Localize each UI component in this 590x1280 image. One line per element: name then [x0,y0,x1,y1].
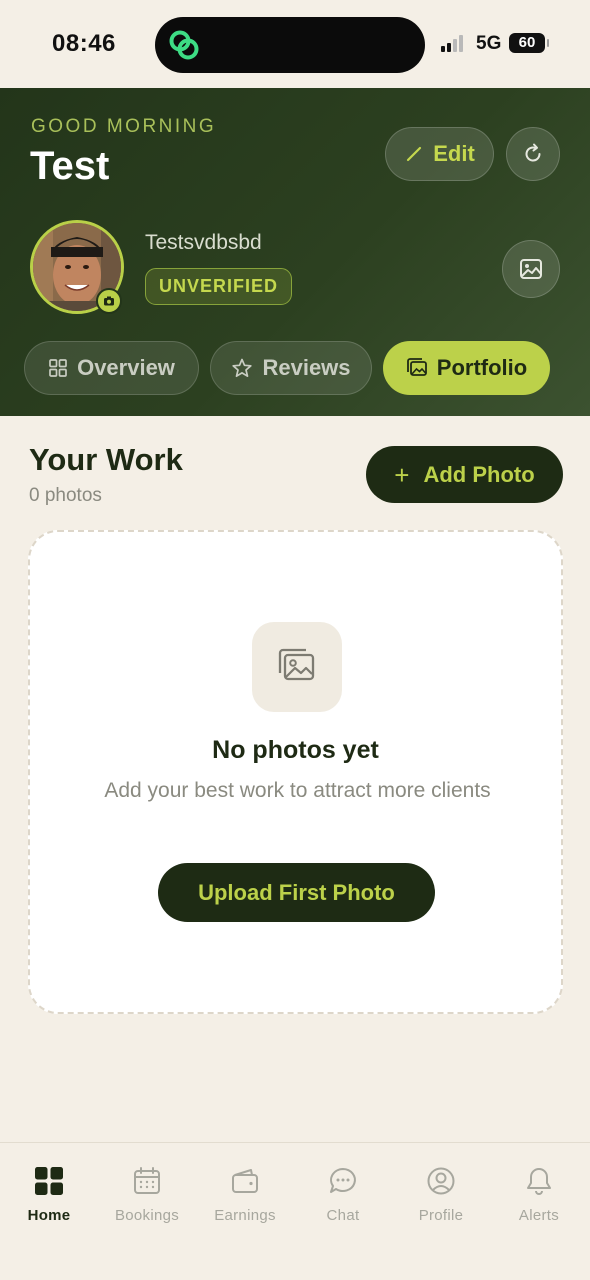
calendar-icon [134,1167,160,1194]
nav-home-label: Home [27,1207,71,1224]
nav-chat[interactable]: Chat [294,1165,392,1224]
star-icon [232,358,253,378]
refresh-icon [525,143,541,162]
camera-icon [104,296,114,306]
nav-bookings[interactable]: Bookings [98,1165,196,1224]
add-photo-label: Add Photo [423,461,535,487]
upload-first-photo-button[interactable]: Upload First Photo [158,863,435,922]
images-icon [406,358,427,376]
nav-earnings[interactable]: Earnings [196,1165,294,1224]
section-title: Your Work [29,442,183,477]
empty-state-title: No photos yet [212,736,379,764]
empty-state-icon-box [252,622,342,712]
empty-state-description: Add your best work to attract more clien… [104,779,491,802]
tab-portfolio[interactable]: Portfolio [383,341,550,395]
tab-overview[interactable]: Overview [24,341,199,395]
nav-alerts-label: Alerts [518,1207,560,1224]
page-title: Test [30,144,110,188]
greeting: GOOD MORNING [31,116,217,137]
status-bar: 08:46 5G 60 [0,0,590,88]
tab-reviews[interactable]: Reviews [210,341,372,395]
nav-home[interactable]: Home [0,1165,98,1224]
edit-button[interactable]: Edit [385,127,494,181]
refresh-button[interactable] [506,127,560,181]
tab-reviews-label: Reviews [262,355,351,380]
nav-bookings-label: Bookings [114,1207,180,1224]
bell-icon [527,1168,551,1195]
wallet-icon [232,1169,258,1193]
home-grid-icon [35,1167,63,1195]
signal-icon [441,34,463,52]
nav-profile-label: Profile [418,1207,464,1224]
username: Testsvdbsbd [145,231,262,254]
photo-count: 0 photos [29,485,102,506]
user-circle-icon [427,1167,455,1195]
nav-profile[interactable]: Profile [392,1165,490,1224]
status-badge: UNVERIFIED [145,268,293,305]
tab-overview-label: Overview [77,355,175,380]
status-time: 08:46 [52,30,116,57]
battery-icon: 60 [509,33,549,53]
dynamic-island [155,17,425,73]
network-label: 5G [476,33,502,54]
profile-header: GOOD MORNING Test Edit Testsvdbsbd UNVER… [0,88,590,416]
add-photo-button[interactable]: + Add Photo [366,446,563,503]
change-avatar-button[interactable] [96,288,122,314]
app-link-icon [169,30,199,60]
photos-icon [278,648,315,681]
bottom-nav: Home Bookings Earnings Chat Profile Aler… [0,1142,590,1280]
edit-label: Edit [433,141,475,166]
nav-earnings-label: Earnings [214,1207,276,1224]
pencil-icon [407,146,422,162]
empty-state-card: No photos yet Add your best work to attr… [28,530,563,1014]
tab-portfolio-label: Portfolio [436,355,528,380]
image-icon [520,259,542,279]
battery-level: 60 [518,34,536,51]
nav-alerts[interactable]: Alerts [490,1165,588,1224]
nav-chat-label: Chat [326,1207,360,1224]
grid-icon [49,359,67,377]
chat-bubble-icon [330,1168,356,1193]
plus-icon: + [394,459,410,490]
cover-photo-button[interactable] [502,240,560,298]
